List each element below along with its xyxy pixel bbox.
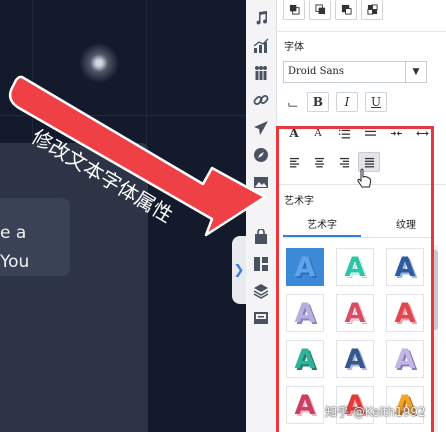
highlight-box xyxy=(276,126,434,432)
font-size-dropdown[interactable] xyxy=(283,92,303,112)
airplane-icon[interactable] xyxy=(253,120,269,136)
layout-icon[interactable] xyxy=(253,256,269,272)
send-backward-icon xyxy=(366,4,378,15)
watermark: 知乎 @Keith1992 xyxy=(325,405,426,419)
caret-down-icon: ▼ xyxy=(405,62,426,82)
editor-canvas[interactable]: e a You xyxy=(0,0,246,432)
music-note-icon[interactable] xyxy=(253,10,269,26)
text-card[interactable]: e a You xyxy=(0,198,70,276)
send-back-icon xyxy=(314,4,325,15)
underline-button[interactable]: U xyxy=(365,92,387,112)
compass-icon[interactable] xyxy=(253,147,269,163)
chart-icon[interactable] xyxy=(253,38,269,54)
divider xyxy=(277,31,446,32)
link-icon[interactable] xyxy=(253,92,269,108)
card-text-line: You xyxy=(0,252,30,272)
font-family-select[interactable]: Droid Sans ▼ xyxy=(283,61,427,83)
font-section-label: 字体 xyxy=(284,42,304,53)
bring-forward-icon xyxy=(341,4,352,15)
collapse-panel-button[interactable]: ❯ xyxy=(232,236,246,304)
chevron-right-icon: ❯ xyxy=(233,262,245,278)
send-back-button[interactable] xyxy=(309,0,331,20)
bring-front-icon xyxy=(289,4,300,15)
italic-button[interactable]: I xyxy=(336,92,358,112)
tool-icon-strip xyxy=(246,0,277,432)
layers-icon[interactable] xyxy=(253,283,269,299)
grid-line xyxy=(0,115,246,116)
card-text-line: e a xyxy=(0,223,27,243)
inbox-icon[interactable] xyxy=(253,310,269,326)
send-backward-button[interactable] xyxy=(361,0,383,20)
image-icon[interactable] xyxy=(253,174,269,190)
bring-forward-button[interactable] xyxy=(335,0,357,20)
dropdown-corner-icon xyxy=(288,102,298,107)
bold-button[interactable]: B xyxy=(307,92,329,112)
bring-front-button[interactable] xyxy=(283,0,305,20)
font-family-value: Droid Sans xyxy=(288,66,344,77)
bag-icon[interactable] xyxy=(253,229,269,245)
hand-cursor-icon xyxy=(357,168,372,188)
people-icon[interactable] xyxy=(253,65,269,81)
